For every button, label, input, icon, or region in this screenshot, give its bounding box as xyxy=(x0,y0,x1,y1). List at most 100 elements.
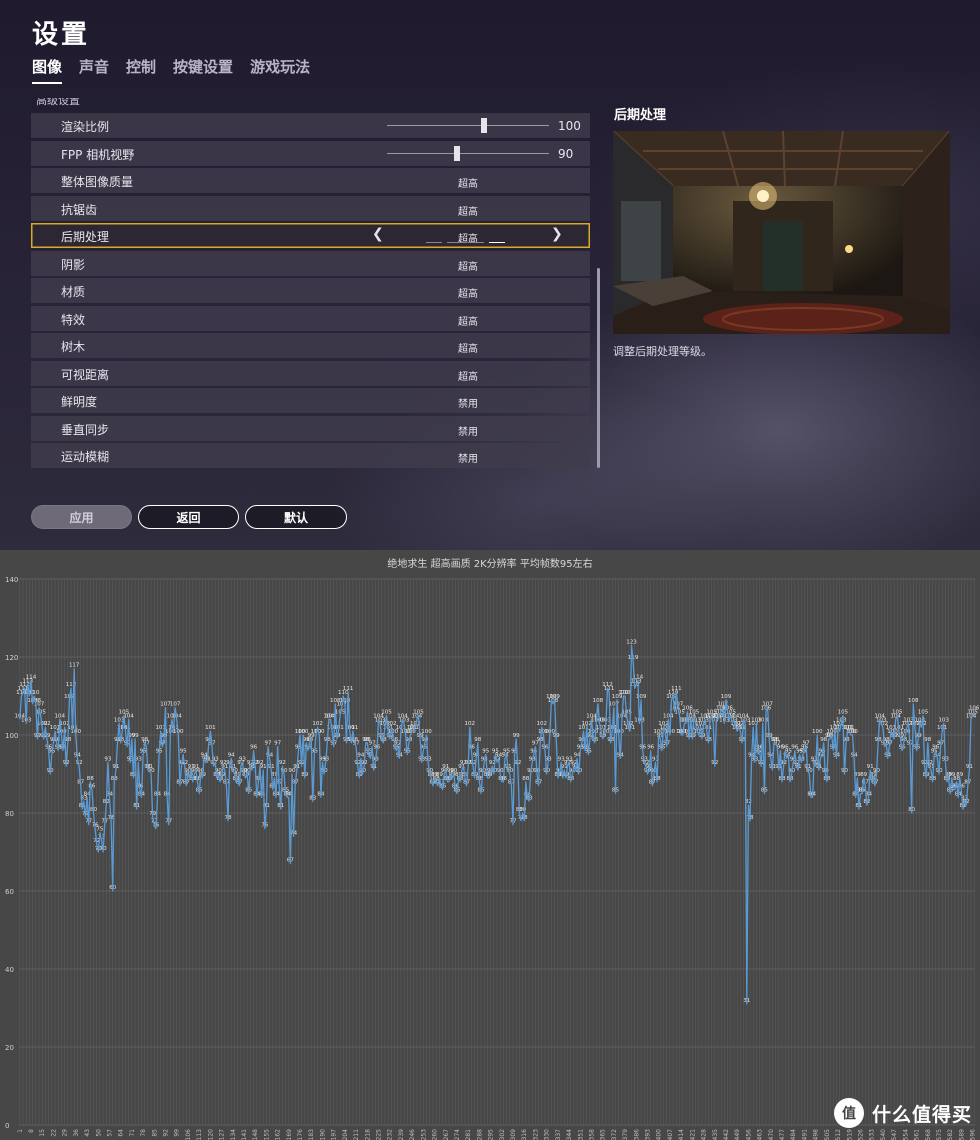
x-tick-label: 484 xyxy=(790,1129,797,1140)
x-tick-label: 127 xyxy=(219,1129,226,1140)
data-label: 104 xyxy=(663,713,674,719)
x-tick-label: 120 xyxy=(207,1129,214,1140)
x-tick-label: 498 xyxy=(813,1129,820,1140)
tab-keybindings[interactable]: 按键设置 xyxy=(173,56,233,77)
tab-graphics[interactable]: 图像 xyxy=(32,56,63,84)
setting-row-effects[interactable]: 特效 超高 xyxy=(31,305,590,331)
x-tick-label: 512 xyxy=(835,1129,842,1140)
chevron-right-icon[interactable]: ❯ xyxy=(551,226,563,242)
x-tick-label: 596 xyxy=(970,1129,977,1140)
data-label: 100 xyxy=(812,729,823,735)
data-label: 94 xyxy=(228,752,235,758)
x-tick-label: 323 xyxy=(532,1129,539,1140)
x-tick-label: 190 xyxy=(320,1129,327,1140)
setting-row-sharpen[interactable]: 鲜明度 禁用 xyxy=(31,388,590,413)
setting-row-render-scale[interactable]: 渲染比例 100 xyxy=(31,113,590,138)
y-tick-label: 60 xyxy=(5,888,14,896)
data-label: 105 xyxy=(689,710,700,716)
apply-button[interactable]: 应用 xyxy=(31,505,132,529)
setting-label: 垂直同步 xyxy=(61,422,110,437)
y-tick-label: 0 xyxy=(5,1122,9,1130)
setting-row-vsync[interactable]: 垂直同步 禁用 xyxy=(31,415,590,441)
setting-slider[interactable] xyxy=(387,145,549,161)
x-tick-label: 421 xyxy=(689,1129,696,1140)
preview-image xyxy=(613,131,950,334)
x-tick-label: 57 xyxy=(107,1129,114,1137)
setting-row-fpp-fov[interactable]: FPP 相机视野 90 xyxy=(31,140,590,166)
data-label: 88 xyxy=(87,776,94,782)
setting-value: 禁用 xyxy=(458,426,478,438)
slider-thumb[interactable] xyxy=(453,145,460,161)
x-tick-label: 365 xyxy=(600,1129,607,1140)
x-tick-label: 253 xyxy=(420,1129,427,1140)
setting-row-textures[interactable]: 材质 超高 xyxy=(31,278,590,303)
setting-row-view-distance[interactable]: 可视距离 超高 xyxy=(31,360,590,386)
setting-label: 特效 xyxy=(61,312,86,327)
x-tick-label: 36 xyxy=(73,1129,80,1137)
x-tick-label: 337 xyxy=(555,1129,562,1140)
x-tick-label: 197 xyxy=(331,1129,338,1140)
setting-row-shadows[interactable]: 阴影 超高 xyxy=(31,250,590,276)
back-button[interactable]: 返回 xyxy=(138,505,239,529)
slider-thumb[interactable] xyxy=(481,118,488,133)
default-button[interactable]: 默认 xyxy=(245,505,347,529)
x-tick-label: 470 xyxy=(768,1129,775,1140)
setting-value: 超高 xyxy=(458,206,478,218)
x-tick-label: 547 xyxy=(891,1129,898,1140)
level-indicator xyxy=(447,242,463,243)
setting-row-post-processing[interactable]: 后期处理 超高 ❮ ❯ xyxy=(31,223,590,248)
x-tick-label: 414 xyxy=(678,1129,685,1140)
settings-scrollbar[interactable] xyxy=(597,268,600,468)
chevron-left-icon[interactable]: ❮ xyxy=(372,226,384,242)
x-tick-label: 92 xyxy=(163,1129,170,1137)
x-tick-label: 358 xyxy=(589,1129,596,1140)
x-tick-label: 505 xyxy=(824,1129,831,1140)
x-tick-label: 274 xyxy=(454,1129,461,1140)
setting-label: 整体图像质量 xyxy=(61,175,134,189)
level-indicator xyxy=(426,242,442,243)
setting-value: 超高 xyxy=(458,344,478,355)
x-tick-label: 407 xyxy=(667,1129,674,1140)
x-tick-label: 218 xyxy=(364,1129,371,1140)
y-tick-label: 20 xyxy=(5,1044,14,1052)
data-label: 80 xyxy=(519,807,526,813)
x-tick-label: 372 xyxy=(611,1129,618,1140)
x-tick-label: 155 xyxy=(263,1129,270,1140)
x-tick-label: 491 xyxy=(802,1129,809,1140)
setting-value: 超高 xyxy=(458,371,478,383)
x-tick-label: 204 xyxy=(342,1129,349,1140)
x-tick-label: 29 xyxy=(62,1129,69,1137)
data-label: 117 xyxy=(69,663,80,669)
setting-value: 超高 xyxy=(458,261,478,273)
setting-row-foliage[interactable]: 树木 超高 xyxy=(31,333,590,358)
tab-gameplay[interactable]: 游戏玩法 xyxy=(250,56,310,77)
setting-row-anti-aliasing[interactable]: 抗锯齿 超高 xyxy=(31,195,590,221)
x-tick-label: 428 xyxy=(701,1129,708,1140)
x-tick-label: 302 xyxy=(499,1129,506,1140)
x-tick-label: 22 xyxy=(50,1129,57,1137)
x-tick-label: 477 xyxy=(779,1129,786,1140)
data-label: 93 xyxy=(239,756,246,762)
preview-title: 后期处理 xyxy=(614,108,667,123)
data-label: 92 xyxy=(279,760,286,766)
tab-controls[interactable]: 控制 xyxy=(126,56,156,77)
x-tick-label: 589 xyxy=(958,1129,965,1140)
data-label: 107 xyxy=(170,702,181,708)
setting-row-motion-blur[interactable]: 运动模糊 禁用 xyxy=(31,443,590,468)
x-tick-label: 288 xyxy=(476,1129,483,1140)
tab-sound[interactable]: 声音 xyxy=(79,56,109,77)
x-tick-label: 141 xyxy=(241,1129,248,1140)
x-tick-label: 435 xyxy=(712,1129,719,1140)
x-tick-label: 519 xyxy=(846,1129,853,1140)
chart-title: 绝地求生 超高画质 2K分辨率 平均帧数95左右 xyxy=(387,557,592,570)
x-tick-label: 393 xyxy=(645,1129,652,1140)
setting-row-overall-quality[interactable]: 整体图像质量 超高 xyxy=(31,168,590,193)
x-tick-label: 295 xyxy=(488,1129,495,1140)
y-tick-label: 140 xyxy=(5,576,18,584)
game-settings-screen: 设置 图像 声音 控制 按键设置 游戏玩法 高级设置 渲染比例 100 FPP 相机… xyxy=(0,0,980,550)
setting-value: 禁用 xyxy=(458,454,478,465)
setting-label: 阴影 xyxy=(61,257,86,272)
setting-slider[interactable] xyxy=(387,118,549,133)
x-tick-label: 449 xyxy=(734,1129,741,1140)
x-tick-label: 281 xyxy=(465,1129,472,1140)
